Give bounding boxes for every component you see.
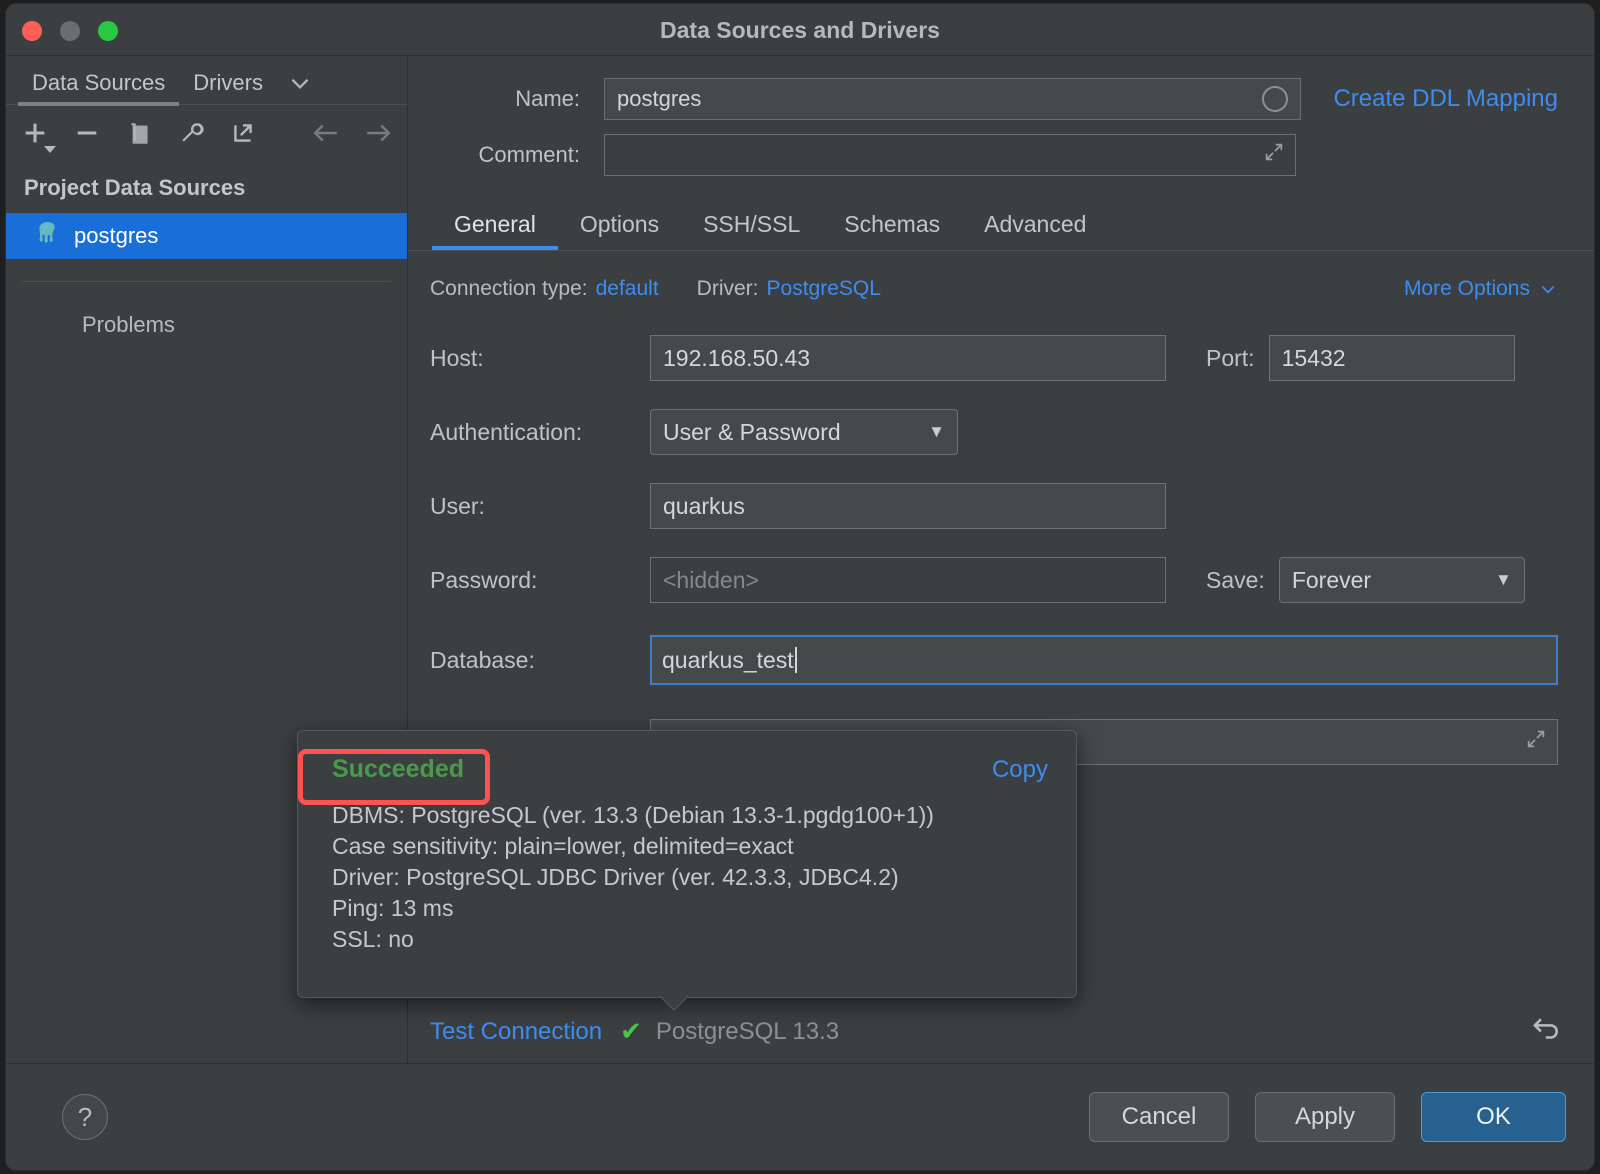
sidebar-item-postgres[interactable]: postgres xyxy=(6,213,407,259)
user-label: User: xyxy=(430,492,485,519)
name-input[interactable]: postgres xyxy=(604,78,1302,120)
test-connection-bar: Test Connection ✔ PostgreSQL 13.3 xyxy=(430,1014,1564,1049)
sidebar-tab-drivers[interactable]: Drivers xyxy=(179,70,277,104)
window-title: Data Sources and Drivers xyxy=(660,17,940,43)
apply-button[interactable]: Apply xyxy=(1255,1092,1395,1142)
user-input[interactable]: quarkus xyxy=(650,483,1166,529)
more-options-label: More Options xyxy=(1403,277,1530,300)
settings-tabs: General Options SSH/SSL Schemas Advanced xyxy=(408,194,1594,250)
port-label: Port: xyxy=(1206,344,1255,371)
authentication-label: Authentication: xyxy=(430,418,583,445)
driver-label: Driver: xyxy=(696,277,759,300)
chevron-down-icon xyxy=(1541,285,1555,294)
tab-general[interactable]: General xyxy=(432,211,558,250)
back-arrow-icon[interactable] xyxy=(311,118,341,148)
database-label: Database: xyxy=(430,646,535,673)
comment-label: Comment: xyxy=(478,142,580,167)
caret-down-icon: ▼ xyxy=(1495,570,1512,589)
comment-input[interactable] xyxy=(604,134,1296,176)
sidebar-section-title: Project Data Sources xyxy=(24,175,246,200)
popup-line-ssl: SSL: no xyxy=(332,926,414,952)
port-input[interactable]: 15432 xyxy=(1268,335,1515,381)
ok-button[interactable]: OK xyxy=(1421,1092,1566,1142)
popup-line-driver: Driver: PostgreSQL JDBC Driver (ver. 42.… xyxy=(332,864,899,890)
add-icon[interactable] xyxy=(20,118,56,153)
footer-buttons: Cancel Apply OK xyxy=(1089,1092,1566,1142)
test-connection-result-popup: Succeeded Copy DBMS: PostgreSQL (ver. 13… xyxy=(297,730,1077,998)
connection-type-value[interactable]: default xyxy=(596,277,659,301)
name-row: Name: postgres Create DDL Mapping xyxy=(430,78,1558,120)
caret-down-icon: ▼ xyxy=(928,422,945,441)
database-value: quarkus_test xyxy=(662,646,794,673)
password-row: Password: <hidden> Save: Forever ▼ xyxy=(430,557,1558,603)
export-icon[interactable] xyxy=(228,118,258,148)
connection-type-label: Connection type: xyxy=(430,277,588,300)
save-select[interactable]: Forever ▼ xyxy=(1278,557,1525,603)
driver-value[interactable]: PostgreSQL xyxy=(767,277,881,301)
copy-link[interactable]: Copy xyxy=(992,756,1048,784)
remove-icon[interactable] xyxy=(72,118,102,148)
forward-arrow-icon[interactable] xyxy=(363,118,393,148)
more-options-button[interactable]: More Options xyxy=(1404,277,1558,301)
test-connection-link[interactable]: Test Connection xyxy=(430,1018,602,1046)
duplicate-icon[interactable] xyxy=(124,118,154,148)
tab-options[interactable]: Options xyxy=(558,211,681,250)
sidebar-item-label: postgres xyxy=(74,223,159,248)
sidebar-tab-data-sources[interactable]: Data Sources xyxy=(18,70,180,106)
authentication-row: Authentication: User & Password ▼ xyxy=(430,409,1558,455)
cancel-button[interactable]: Cancel xyxy=(1089,1092,1229,1142)
general-tab-content: Connection type: default Driver: Postgre… xyxy=(408,251,1594,765)
popup-line-case-sensitivity: Case sensitivity: plain=lower, delimited… xyxy=(332,833,794,859)
authentication-select[interactable]: User & Password ▼ xyxy=(650,409,958,455)
chevron-down-icon[interactable] xyxy=(287,70,313,104)
popup-header: Succeeded Copy xyxy=(298,731,1076,784)
save-label: Save: xyxy=(1206,566,1265,593)
title-bar: Data Sources and Drivers xyxy=(6,4,1594,56)
check-mark-icon: ✔ xyxy=(620,1016,642,1046)
status-succeeded-label: Succeeded xyxy=(332,755,465,783)
host-input[interactable]: 192.168.50.43 xyxy=(650,335,1166,381)
host-label: Host: xyxy=(430,344,484,371)
color-circle-icon[interactable] xyxy=(1262,86,1289,112)
tab-ssh-ssl[interactable]: SSH/SSL xyxy=(681,211,822,250)
popup-arrow xyxy=(658,996,688,1012)
popup-details: DBMS: PostgreSQL (ver. 13.3 (Debian 13.3… xyxy=(298,784,1076,955)
tab-advanced[interactable]: Advanced xyxy=(962,211,1108,250)
password-label: Password: xyxy=(430,566,538,593)
expand-icon[interactable] xyxy=(1525,728,1547,756)
postgres-elephant-icon xyxy=(34,220,60,252)
authentication-value: User & Password xyxy=(663,418,841,445)
wrench-icon[interactable] xyxy=(176,118,206,148)
test-connection-version: PostgreSQL 13.3 xyxy=(655,1017,840,1045)
dialog-footer: ? Cancel Apply OK xyxy=(6,1063,1594,1170)
name-input-value: postgres xyxy=(617,86,702,111)
create-ddl-mapping-link[interactable]: Create DDL Mapping xyxy=(1333,85,1558,113)
sidebar-tabs: Data Sources Drivers xyxy=(6,56,407,106)
undo-revert-icon[interactable] xyxy=(1530,1014,1564,1049)
sidebar-item-problems[interactable]: Problems xyxy=(6,282,407,338)
connection-meta-row: Connection type: default Driver: Postgre… xyxy=(430,277,1558,301)
comment-row: Comment: xyxy=(430,134,1558,176)
text-cursor xyxy=(794,647,797,673)
sidebar-toolbar xyxy=(6,105,407,161)
database-input[interactable]: quarkus_test xyxy=(650,635,1558,685)
host-port-row: Host: 192.168.50.43 Port: 15432 xyxy=(430,335,1558,381)
popup-line-ping: Ping: 13 ms xyxy=(332,895,454,921)
password-input[interactable]: <hidden> xyxy=(650,557,1166,603)
form-header: Name: postgres Create DDL Mapping Commen… xyxy=(408,56,1594,176)
expand-icon[interactable] xyxy=(1263,141,1285,169)
user-row: User: quarkus xyxy=(430,483,1558,529)
tab-schemas[interactable]: Schemas xyxy=(822,211,962,250)
dialog-window: Data Sources and Drivers Data Sources Dr… xyxy=(6,4,1594,1170)
popup-line-dbms: DBMS: PostgreSQL (ver. 13.3 (Debian 13.3… xyxy=(332,802,934,828)
save-value: Forever xyxy=(1291,566,1372,593)
database-row: Database: quarkus_test xyxy=(430,635,1558,685)
help-button[interactable]: ? xyxy=(62,1094,108,1140)
name-label: Name: xyxy=(515,86,580,111)
